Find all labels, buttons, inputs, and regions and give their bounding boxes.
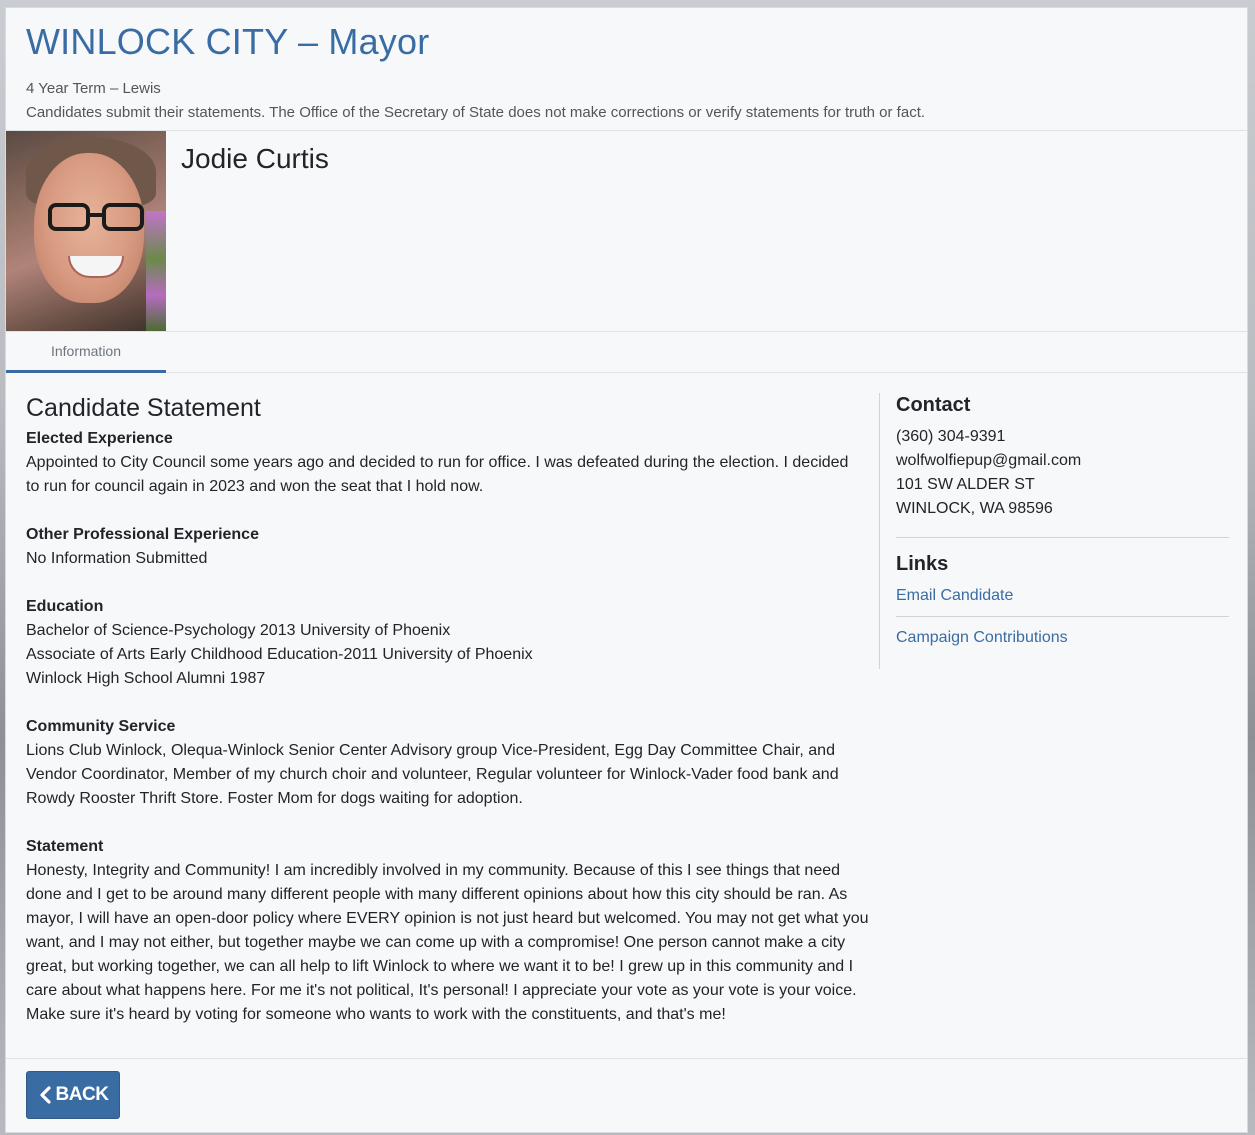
section-line: care about what happens here. For me it'… <box>26 982 857 999</box>
statement-section-statement: Statement Honesty, Integrity and Communi… <box>26 835 871 1027</box>
information-content: Candidate Statement Elected Experience A… <box>6 373 1247 1059</box>
divider <box>896 616 1229 617</box>
divider <box>896 537 1229 538</box>
contact-heading: Contact <box>896 394 971 416</box>
statement-section-professional-experience: Other Professional Experience No Informa… <box>26 523 871 571</box>
contact-address-line2: WINLOCK, WA 98596 <box>896 500 1053 517</box>
section-line: mayor, I will have an open-door policy w… <box>26 910 869 927</box>
candidate-statement: Candidate Statement Elected Experience A… <box>26 391 871 1051</box>
section-line: want, and I may not either, but together… <box>26 934 846 951</box>
section-line: Appointed to City Council some years ago… <box>26 454 849 471</box>
statement-disclaimer: Candidates submit their statements. The … <box>26 104 926 121</box>
section-line: Winlock High School Alumni 1987 <box>26 670 266 687</box>
campaign-contributions-link[interactable]: Campaign Contributions <box>896 626 1229 650</box>
contact-address-line1: 101 SW ALDER ST <box>896 476 1035 493</box>
section-line: Honesty, Integrity and Community! I am i… <box>26 862 841 879</box>
race-header: WINLOCK CITY – Mayor 4 Year Term – Lewis… <box>6 8 1247 131</box>
section-label: Community Service <box>26 718 176 735</box>
contact-email: wolfwolfiepup@gmail.com <box>896 452 1082 469</box>
tab-information[interactable]: Information <box>6 332 166 373</box>
section-line: No Information Submitted <box>26 550 208 567</box>
race-title: WINLOCK CITY – Mayor <box>26 21 430 62</box>
contact-phone: (360) 304-9391 <box>896 428 1006 445</box>
tab-bar: Information <box>6 332 1247 373</box>
back-button-label: BACK <box>55 1084 109 1105</box>
contact-sidebar: Contact (360) 304-9391 wolfwolfiepup@gma… <box>879 393 1229 669</box>
section-line: done and I get to be around many differe… <box>26 886 848 903</box>
statement-section-community-service: Community Service Lions Club Winlock, Ol… <box>26 715 871 811</box>
statement-section-education: Education Bachelor of Science-Psychology… <box>26 595 871 691</box>
section-label: Statement <box>26 838 104 855</box>
statement-section-elected-experience: Elected Experience Appointed to City Cou… <box>26 427 871 499</box>
candidate-name: Jodie Curtis <box>181 143 329 174</box>
statement-heading: Candidate Statement <box>26 394 261 422</box>
candidate-photo <box>6 131 166 331</box>
section-label: Other Professional Experience <box>26 526 259 543</box>
section-line: Associate of Arts Early Childhood Educat… <box>26 646 533 663</box>
section-line: Vendor Coordinator, Member of my church … <box>26 766 839 783</box>
candidate-panel: WINLOCK CITY – Mayor 4 Year Term – Lewis… <box>5 7 1248 1133</box>
section-line: great, but working together, we can all … <box>26 958 854 975</box>
section-label: Elected Experience <box>26 430 173 447</box>
section-line: Rowdy Rooster Thrift Store. Foster Mom f… <box>26 790 523 807</box>
section-line: Make sure it's heard by voting for someo… <box>26 1006 726 1023</box>
race-term: 4 Year Term – Lewis <box>26 80 161 97</box>
footer-bar: BACK <box>6 1059 1247 1131</box>
section-line: Bachelor of Science-Psychology 2013 Univ… <box>26 622 451 639</box>
section-line: Lions Club Winlock, Olequa-Winlock Senio… <box>26 742 835 759</box>
candidate-header: Jodie Curtis <box>6 131 1247 332</box>
back-button[interactable]: BACK <box>26 1071 120 1119</box>
chevron-left-icon <box>39 1086 51 1104</box>
section-label: Education <box>26 598 104 615</box>
section-line: to run for council again in 2023 and won… <box>26 478 484 495</box>
email-candidate-link[interactable]: Email Candidate <box>896 584 1229 608</box>
links-heading: Links <box>896 553 949 575</box>
